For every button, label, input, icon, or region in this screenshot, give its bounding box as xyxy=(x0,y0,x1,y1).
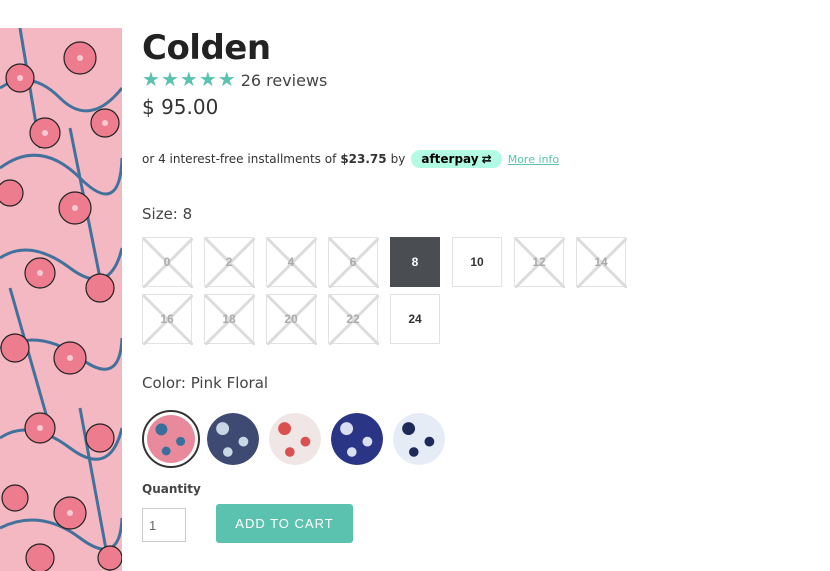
size-option-label: 18 xyxy=(222,312,236,326)
color-swatch-white-shark[interactable] xyxy=(393,413,445,465)
product-price: $ 95.00 xyxy=(142,95,219,119)
size-option-22[interactable]: 22 xyxy=(328,294,379,345)
size-option-14[interactable]: 14 xyxy=(576,237,627,288)
swatch-pattern xyxy=(331,413,383,465)
size-option-label: 24 xyxy=(408,312,422,326)
color-swatch-white-red-floral[interactable] xyxy=(269,413,321,465)
size-option-label: 0 xyxy=(163,255,171,269)
size-label: Size: 8 xyxy=(142,205,193,223)
size-option-label: 6 xyxy=(349,255,357,269)
afterpay-prefix: or 4 interest-free installments of xyxy=(142,152,337,166)
size-option-24[interactable]: 24 xyxy=(390,294,440,344)
color-swatch-pink-floral[interactable] xyxy=(142,410,200,468)
size-option-20[interactable]: 20 xyxy=(266,294,317,345)
star-icon: ★ xyxy=(160,69,179,91)
size-option-label: 8 xyxy=(411,255,419,269)
size-option-label: 10 xyxy=(470,255,484,269)
swatch-pattern xyxy=(147,415,195,463)
size-option-label: 20 xyxy=(284,312,298,326)
size-option-label: 16 xyxy=(160,312,174,326)
swatch-pattern xyxy=(269,413,321,465)
reviews-count[interactable]: 26 reviews xyxy=(241,71,328,90)
quantity-input[interactable] xyxy=(142,508,186,542)
size-option-label: 2 xyxy=(225,255,233,269)
afterpay-logo: afterpay ⇄ xyxy=(411,150,502,168)
afterpay-suffix: by xyxy=(390,152,406,166)
size-option-4[interactable]: 4 xyxy=(266,237,317,288)
quantity-label: Quantity xyxy=(142,482,201,496)
pink-floral-fabric-image xyxy=(0,28,122,571)
swatch-pattern xyxy=(393,413,445,465)
size-option-label: 4 xyxy=(287,255,295,269)
size-option-0[interactable]: 0 xyxy=(142,237,193,288)
product-image xyxy=(0,28,122,571)
size-option-18[interactable]: 18 xyxy=(204,294,255,345)
star-icon: ★ xyxy=(142,69,160,91)
size-option-10[interactable]: 10 xyxy=(452,237,502,287)
color-swatch-navy-floral[interactable] xyxy=(207,413,259,465)
star-icon: ★ xyxy=(179,69,198,91)
size-option-12[interactable]: 12 xyxy=(514,237,565,288)
afterpay-amount: $23.75 xyxy=(340,152,387,166)
color-label: Color: Pink Floral xyxy=(142,374,269,392)
star-icon: ★ xyxy=(198,69,217,91)
rating-stars: ★ ★ ★ ★ ★ xyxy=(142,70,236,90)
size-option-label: 14 xyxy=(594,255,608,269)
product-rating[interactable]: ★ ★ ★ ★ ★ 26 reviews xyxy=(142,70,327,90)
afterpay-arrows-icon: ⇄ xyxy=(481,152,492,166)
product-title: Colden xyxy=(142,28,271,68)
size-option-label: 22 xyxy=(346,312,360,326)
size-option-label: 12 xyxy=(532,255,546,269)
size-option-6[interactable]: 6 xyxy=(328,237,379,288)
afterpay-logo-text: afterpay xyxy=(421,152,479,166)
size-option-16[interactable]: 16 xyxy=(142,294,193,345)
swatch-pattern xyxy=(207,413,259,465)
afterpay-installments: or 4 interest-free installments of $23.7… xyxy=(142,150,559,168)
star-icon: ★ xyxy=(217,69,236,91)
size-option-2[interactable]: 2 xyxy=(204,237,255,288)
afterpay-more-info-link[interactable]: More info xyxy=(508,153,559,166)
size-option-8[interactable]: 8 xyxy=(390,237,440,287)
color-swatch-navy-print[interactable] xyxy=(331,413,383,465)
add-to-cart-button[interactable]: ADD TO CART xyxy=(216,504,353,543)
